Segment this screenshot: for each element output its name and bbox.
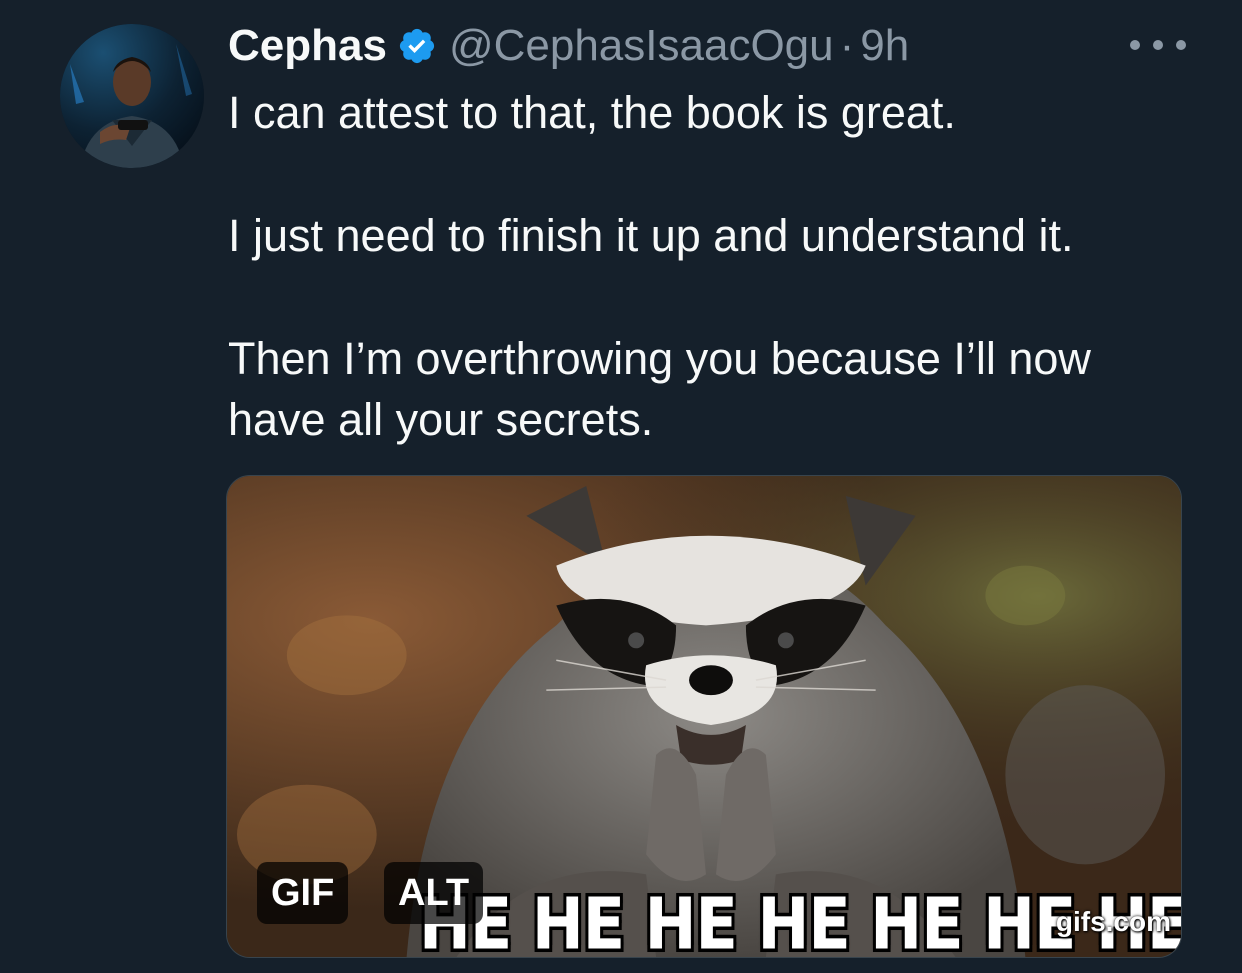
more-dot <box>1153 40 1163 50</box>
tweet-paragraph: I just need to finish it up and understa… <box>228 210 1074 261</box>
gif-watermark: gifs.com <box>1055 906 1171 937</box>
separator-dot: · <box>839 21 855 70</box>
alt-badge[interactable]: ALT <box>384 862 484 924</box>
tweet-header: Cephas @CephasIsaacOgu · 9h <box>228 18 909 74</box>
gif-media[interactable]: HE HE HE HE HE HE HE gifs.com GIF ALT <box>226 475 1182 958</box>
avatar[interactable] <box>60 24 204 168</box>
tweet-text: I can attest to that, the book is great.… <box>228 82 1188 450</box>
author-handle[interactable]: @CephasIsaacOgu <box>449 21 834 71</box>
more-dot <box>1176 40 1186 50</box>
avatar-image <box>60 24 204 168</box>
timestamp[interactable]: 9h <box>860 21 909 71</box>
verified-badge-icon[interactable] <box>397 26 437 66</box>
more-dots-icon[interactable] <box>1128 30 1188 60</box>
tweet-paragraph: I can attest to that, the book is great. <box>228 87 956 138</box>
display-name[interactable]: Cephas <box>228 21 387 71</box>
tweet: Cephas @CephasIsaacOgu · 9h I can attest… <box>0 0 1242 973</box>
more-dot <box>1130 40 1140 50</box>
tweet-paragraph: Then I’m overthrowing you because I’ll n… <box>228 333 1091 445</box>
gif-badge[interactable]: GIF <box>257 862 349 924</box>
